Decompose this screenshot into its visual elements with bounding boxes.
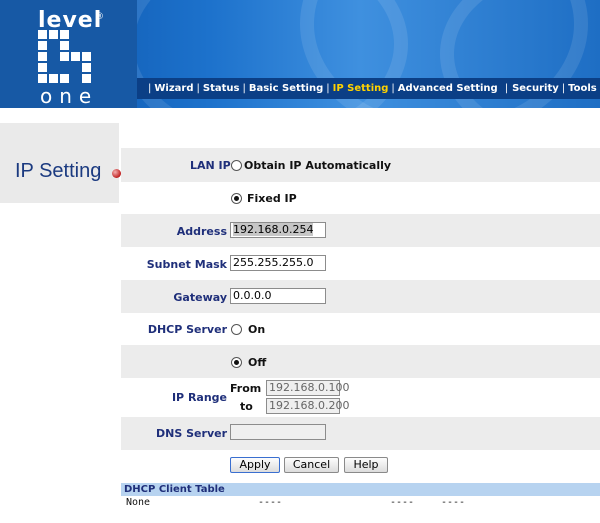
address-input[interactable]: 192.168.0.254	[230, 222, 326, 238]
address-row: Address 192.168.0.254	[121, 214, 600, 247]
nav-basic-setting[interactable]: Basic Setting	[249, 83, 323, 94]
main-nav: | Wizard | Status | Basic Setting | IP S…	[137, 78, 600, 99]
dhcp-on-label: On	[248, 323, 266, 336]
dns-server-input[interactable]	[230, 424, 326, 440]
dhcp-off-radio[interactable]	[231, 357, 242, 368]
dhcp-on-radio[interactable]	[231, 324, 242, 335]
help-button[interactable]: Help	[344, 457, 388, 473]
ip-range-row: IP Range From to 192.168.0.100 192.168.0…	[121, 378, 600, 417]
address-label: Address	[176, 225, 227, 238]
nav-separator: |	[326, 83, 330, 94]
ip-range-label: IP Range	[171, 391, 227, 404]
dhcp-client-cell: ----	[258, 497, 283, 508]
nav-wizard[interactable]: Wizard	[154, 83, 193, 94]
lan-ip-row: LAN IP Obtain IP Automatically	[121, 148, 600, 182]
dns-server-row: DNS Server	[121, 417, 600, 450]
subnet-row: Subnet Mask 255.255.255.0	[121, 247, 600, 280]
subnet-label: Subnet Mask	[146, 258, 227, 271]
page-title: IP Setting	[15, 160, 102, 182]
dhcp-client-cell: ----	[390, 497, 415, 508]
cancel-button[interactable]: Cancel	[284, 457, 339, 473]
nav-ip-setting[interactable]: IP Setting	[333, 83, 389, 94]
logo-registered: ®	[95, 12, 104, 22]
gateway-row: Gateway 0.0.0.0	[121, 280, 600, 313]
range-to-input[interactable]: 192.168.0.200	[266, 398, 349, 414]
dns-server-label: DNS Server	[156, 427, 227, 440]
range-from-input[interactable]: 192.168.0.100	[266, 380, 349, 396]
apply-button[interactable]: Apply	[230, 457, 280, 473]
obtain-ip-radio[interactable]	[231, 160, 242, 171]
nav-separator: |	[148, 83, 152, 94]
obtain-ip-label: Obtain IP Automatically	[244, 159, 392, 172]
subnet-input[interactable]: 255.255.255.0	[230, 255, 326, 271]
gateway-label: Gateway	[173, 291, 227, 304]
gateway-input[interactable]: 0.0.0.0	[230, 288, 326, 304]
levelone-logo[interactable]: level ® one	[0, 0, 137, 108]
nav-status[interactable]: Status	[203, 83, 240, 94]
dhcp-server-label: DHCP Server	[147, 323, 227, 336]
fixed-ip-label: Fixed IP	[247, 192, 297, 205]
nav-separator: |	[561, 83, 566, 94]
bullet-icon	[112, 169, 121, 178]
address-value: 192.168.0.254	[233, 223, 314, 236]
dhcp-client-cell: None	[126, 497, 151, 508]
range-from-label: From	[230, 382, 262, 395]
nav-tools[interactable]: Tools	[568, 83, 597, 94]
logo-text-bottom: one	[40, 84, 99, 108]
nav-separator: |	[242, 83, 246, 94]
fixed-ip-radio[interactable]	[231, 193, 242, 204]
logo-mark	[38, 30, 94, 86]
button-row: Apply Cancel Help	[121, 450, 600, 480]
dhcp-server-row: DHCP Server On	[121, 313, 600, 345]
nav-separator: |	[504, 83, 509, 94]
nav-separator: |	[196, 83, 200, 94]
nav-separator: |	[391, 83, 395, 94]
nav-advanced-setting[interactable]: Advanced Setting	[398, 83, 498, 94]
dhcp-off-row: Off	[121, 345, 600, 378]
dhcp-client-table-title: DHCP Client Table	[121, 483, 600, 496]
dhcp-off-label: Off	[248, 356, 267, 369]
dhcp-client-cell: ----	[441, 497, 466, 508]
header-banner: level ® one | Wizard | Status | Basic Se…	[0, 0, 600, 108]
range-to-label: to	[240, 400, 253, 413]
fixed-ip-row: Fixed IP	[121, 182, 600, 214]
nav-security[interactable]: Security	[512, 83, 559, 94]
lan-ip-label: LAN IP	[190, 159, 231, 172]
